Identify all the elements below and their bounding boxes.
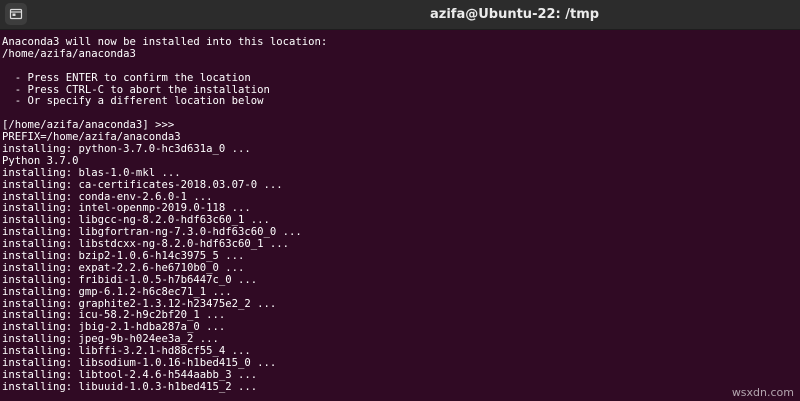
- terminal-line: installing: libuuid-1.0.3-h1bed415_2 ...: [2, 380, 258, 393]
- terminal-line: installing: gmp-6.1.2-h6c8ec71_1 ...: [2, 285, 232, 298]
- title-bar: azifa@Ubuntu-22: /tmp: [0, 0, 800, 30]
- terminal-window: azifa@Ubuntu-22: /tmp Anaconda3 will now…: [0, 0, 800, 401]
- terminal-line: installing: blas-1.0-mkl ...: [2, 166, 181, 179]
- terminal-line: installing: fribidi-1.0.5-h7b6447c_0 ...: [2, 273, 258, 286]
- terminal-line: /home/azifa/anaconda3: [2, 47, 136, 60]
- window-title: azifa@Ubuntu-22: /tmp: [430, 7, 600, 22]
- terminal-line: installing: python-3.7.0-hc3d631a_0 ...: [2, 143, 251, 156]
- watermark: wsxdn.com: [731, 386, 794, 399]
- terminal-line: Python 3.7.0: [2, 154, 79, 167]
- terminal-line: - Or specify a different location below: [2, 95, 264, 108]
- terminal-output[interactable]: Anaconda3 will now be installed into thi…: [0, 31, 800, 401]
- terminal-line: - Press ENTER to confirm the location: [2, 71, 251, 84]
- terminal-line: installing: ca-certificates-2018.03.07-0…: [2, 178, 283, 191]
